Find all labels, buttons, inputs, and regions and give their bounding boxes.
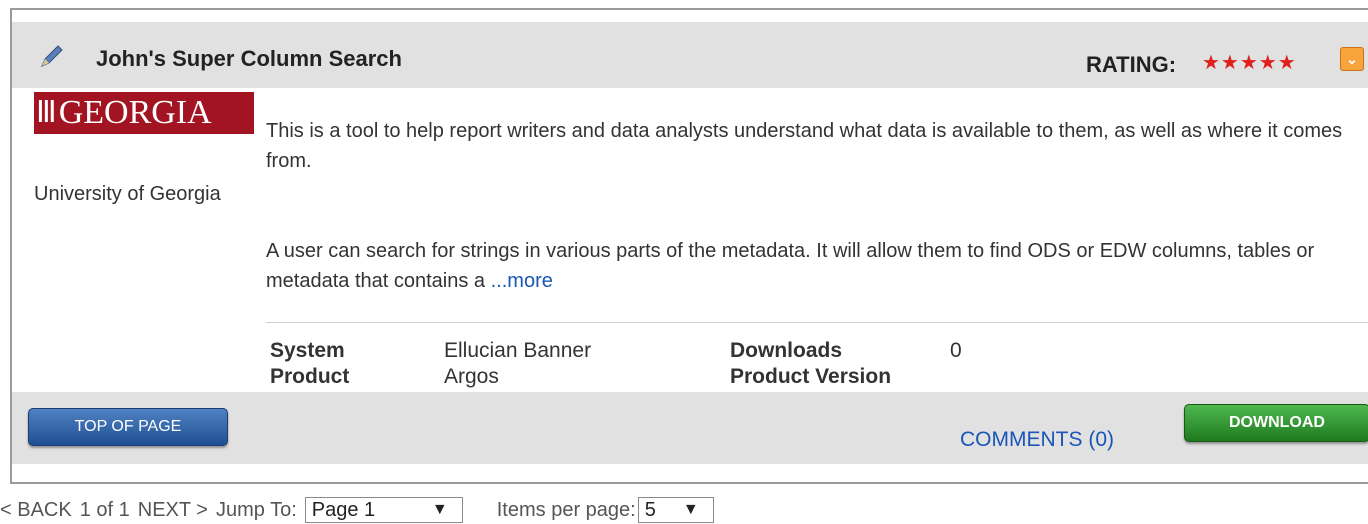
description-paragraph-1: This is a tool to help report writers an…	[266, 120, 1343, 172]
description-text-2: A user can search for strings in various…	[266, 240, 1315, 292]
card-footer: TOP OF PAGE COMMENTS (0) DOWNLOAD	[12, 392, 1368, 464]
next-link[interactable]: NEXT >	[138, 499, 208, 522]
items-per-page-label: Items per page:	[496, 498, 636, 521]
university-logo: Ⅲ GEORGIA	[34, 92, 254, 134]
description-paragraph-2: A user can search for strings in various…	[266, 236, 1366, 296]
items-per-page-select[interactable]: 5 ▼	[637, 497, 714, 523]
downloads-value: 0	[950, 339, 962, 362]
description: This is a tool to help report writers an…	[266, 116, 1366, 296]
product-version-label: Product Version	[730, 365, 892, 388]
expand-icon[interactable]: ⌄	[1340, 47, 1364, 71]
logo-text: GEORGIA	[58, 94, 212, 131]
jump-to-select[interactable]: Page 1 ▼	[304, 497, 463, 523]
system-label: System	[270, 339, 345, 362]
download-button[interactable]: DOWNLOAD	[1184, 404, 1368, 442]
product-label: Product	[270, 365, 350, 388]
page-info: 1 of 1	[79, 498, 130, 521]
divider	[266, 322, 1368, 323]
content-card: John's Super Column Search RATING: ★★★★★…	[10, 8, 1368, 484]
jump-to-label: Jump To:	[215, 498, 297, 521]
arch-icon: Ⅲ	[36, 96, 57, 129]
back-link[interactable]: < BACK	[0, 499, 72, 522]
downloads-label: Downloads	[730, 339, 843, 362]
organization-name: University of Georgia	[34, 183, 221, 205]
top-of-page-button[interactable]: TOP OF PAGE	[28, 408, 228, 446]
product-value: Argos	[444, 365, 499, 388]
pagination: < BACK 1 of 1 NEXT > Jump To: Page 1 ▼ I…	[0, 496, 722, 524]
chevron-down-icon: ▼	[431, 501, 448, 518]
card-header: John's Super Column Search RATING: ★★★★★…	[12, 22, 1368, 88]
system-value: Ellucian Banner	[444, 339, 592, 362]
items-per-page-value: 5	[644, 498, 656, 521]
more-link[interactable]: ...more	[491, 270, 553, 292]
pencil-icon[interactable]	[36, 42, 66, 77]
chevron-down-icon: ▼	[682, 501, 699, 518]
card-title[interactable]: John's Super Column Search	[96, 46, 402, 72]
rating-stars: ★★★★★	[1202, 52, 1297, 74]
jump-to-value: Page 1	[311, 498, 376, 521]
rating-label: RATING:	[1086, 52, 1177, 77]
comments-link[interactable]: COMMENTS (0)	[960, 428, 1114, 452]
